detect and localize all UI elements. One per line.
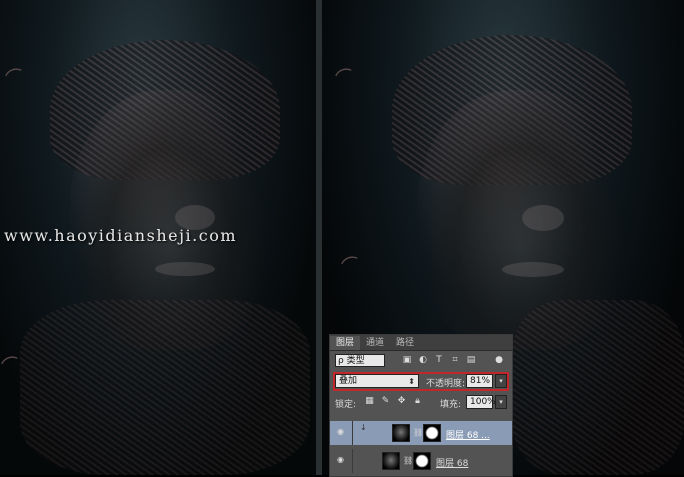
layer-name[interactable]: 图层 68 — [436, 456, 468, 469]
fill-slider-button[interactable]: ▾ — [495, 395, 507, 409]
panel-tabs: 图层 通道 路径 — [330, 335, 512, 351]
smart-object-filter-icon[interactable]: ▤ — [466, 355, 476, 365]
lock-transparency-icon[interactable]: ▦ — [364, 396, 375, 407]
lips-highlight — [155, 262, 215, 276]
fill-input[interactable]: 100% — [466, 395, 496, 409]
lock-position-icon[interactable]: ✥ — [396, 396, 407, 407]
link-chain-icon[interactable]: ⛓︎ — [413, 428, 423, 437]
tab-channels[interactable]: 通道 — [360, 336, 390, 350]
layer-mask-thumbnail[interactable] — [413, 452, 431, 470]
pixel-filter-icon[interactable]: ▣ — [402, 355, 412, 365]
lock-row: 锁定: ▦ ✎ ✥ 🔒︎ 填充: 100% ▾ — [330, 393, 512, 412]
filter-kind-select[interactable]: ρ 类型 — [335, 354, 385, 367]
layer-name[interactable]: 图层 68 ... — [446, 428, 490, 441]
lock-label: 锁定: — [335, 400, 357, 410]
filter-row: ρ 类型 ▣ ◐ T ⌗ ▤ ● — [330, 351, 512, 370]
layer-thumbnail[interactable] — [382, 452, 400, 470]
layer-row[interactable]: ◉ ⛓︎ 图层 68 — [330, 449, 512, 473]
lips-highlight — [502, 262, 564, 277]
fill-label: 填充: — [440, 400, 462, 410]
visibility-eye-icon[interactable]: ◉ — [337, 428, 347, 436]
visibility-eye-icon[interactable]: ◉ — [337, 456, 347, 464]
filter-toggle-icon[interactable]: ● — [494, 355, 504, 365]
shape-filter-icon[interactable]: ⌗ — [450, 355, 460, 365]
highlight-box — [333, 372, 509, 391]
clipping-arrow-icon: ↓ — [360, 423, 367, 432]
nose-highlight — [522, 205, 564, 231]
link-chain-icon[interactable]: ⛓︎ — [403, 456, 413, 465]
lower-fragments — [512, 300, 684, 475]
lock-image-icon[interactable]: ✎ — [380, 396, 391, 407]
tab-layers[interactable]: 图层 — [330, 336, 361, 350]
watermark-text: www.haoyidiansheji.com — [4, 226, 238, 245]
layers-panel: 图层 通道 路径 ρ 类型 ▣ ◐ T ⌗ ▤ ● 叠加 ⬍ 不透明度: 81%… — [329, 334, 513, 477]
type-filter-icon[interactable]: T — [434, 355, 444, 365]
layer-mask-thumbnail[interactable] — [423, 424, 441, 442]
bat-icon: ⌒ — [339, 253, 364, 280]
bat-icon: ⌒ — [333, 65, 358, 92]
lock-all-icon[interactable]: 🔒︎ — [412, 396, 423, 407]
bat-icon: ⌒ — [3, 65, 28, 92]
layer-row-selected[interactable]: ◉ ↓ ⛓︎ 图层 68 ... — [330, 421, 512, 445]
tab-paths[interactable]: 路径 — [390, 336, 420, 350]
layer-thumbnail[interactable] — [392, 424, 410, 442]
column-divider — [352, 421, 353, 445]
before-image-pane: ⌒ ⌒ www.haoyidiansheji.com — [0, 0, 316, 475]
adjustment-filter-icon[interactable]: ◐ — [418, 355, 428, 365]
column-divider — [352, 449, 353, 473]
lower-fragments — [20, 300, 310, 475]
